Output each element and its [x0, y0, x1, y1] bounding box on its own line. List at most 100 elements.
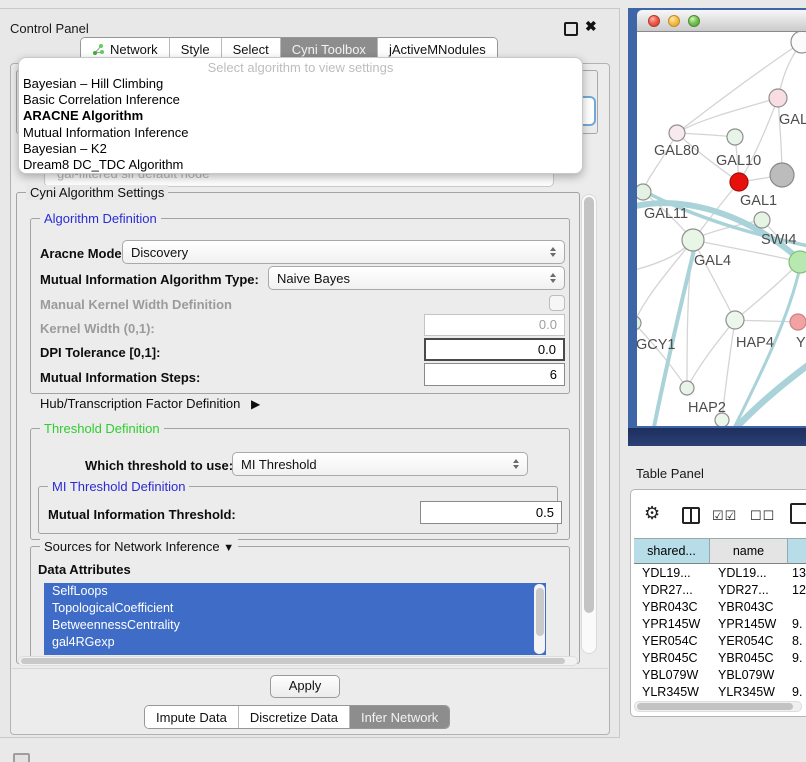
settings-group-title: Cyni Algorithm Settings [26, 185, 168, 200]
network-node-hap4[interactable] [726, 311, 744, 329]
gear-icon[interactable]: ⚙ [644, 503, 660, 524]
hub-definition-label: Hub/Transcription Factor Definition [40, 396, 240, 411]
algorithm-item-bayesian-k2[interactable]: Bayesian – K2 [19, 141, 582, 157]
combo-arrows-icon [513, 459, 519, 469]
checked-pair-icon[interactable]: ☑☑ [712, 508, 737, 524]
network-view-canvas[interactable]: GALGAL80GAL10GAL1SWI4GAL11GAL4GCY1HAP4YH… [637, 32, 806, 426]
network-window-titlebar[interactable] [637, 10, 806, 32]
settings-horizontal-scrollbar[interactable] [18, 656, 578, 666]
which-threshold-select[interactable]: MI Threshold [232, 452, 528, 476]
column-header-name[interactable]: name [710, 538, 788, 564]
attribute-item-betweennesscentrality[interactable]: BetweennessCentrality [44, 617, 546, 634]
attribute-item-topologicalcoefficient[interactable]: TopologicalCoefficient [44, 600, 546, 617]
table-row[interactable]: YPR145WYPR145W9. [634, 616, 806, 633]
algorithm-item-aracne-algorithm[interactable]: ARACNE Algorithm [19, 108, 582, 124]
split-columns-icon[interactable] [682, 507, 700, 524]
table-row[interactable]: YDR27...YDR27...12 [634, 582, 806, 599]
network-node[interactable] [754, 212, 770, 228]
network-node[interactable] [791, 32, 806, 53]
screenshot-root: Control Panel ✖ NetworkStyleSelectCyni T… [0, 0, 806, 762]
tab-discretize-data[interactable]: Discretize Data [238, 706, 349, 728]
mi-threshold-label: Mutual Information Threshold: [48, 507, 236, 522]
collapse-down-arrow-icon[interactable]: ▼ [223, 542, 234, 554]
table-horizontal-scrollbar[interactable] [634, 701, 802, 712]
float-window-icon[interactable] [564, 22, 578, 36]
table-cell: 9. [788, 616, 806, 633]
column-header-a[interactable]: A [788, 538, 806, 564]
table-row[interactable]: YBR045CYBR045C9. [634, 650, 806, 667]
table-document-icon[interactable] [790, 503, 806, 524]
node-label-gal10: GAL10 [716, 153, 761, 169]
table-cell: YER054C [634, 633, 710, 650]
hub-definition-expander[interactable]: Hub/Transcription Factor Definition ▶ [40, 396, 260, 411]
node-label-hap2: HAP2 [688, 400, 726, 416]
bottom-tabbar: Impute Data Discretize Data Infer Network [144, 705, 450, 729]
algorithm-item-bayesian-hill-climbing[interactable]: Bayesian – Hill Climbing [19, 76, 582, 92]
table-row[interactable]: YBL079WYBL079W [634, 667, 806, 684]
table-cell: YER054C [710, 633, 788, 650]
tab-label: Network [110, 42, 158, 57]
network-icon [92, 43, 105, 56]
mi-threshold-input[interactable]: 0.5 [420, 501, 562, 524]
minimized-panel-icon[interactable] [13, 753, 30, 762]
table-cell: 9. [788, 650, 806, 667]
data-attributes-list[interactable]: SelfLoopsTopologicalCoefficientBetweenne… [44, 583, 546, 655]
table-row[interactable]: YDL19...YDL19...13 [634, 565, 806, 582]
network-node-gal1[interactable] [730, 173, 748, 191]
network-node-y[interactable] [790, 314, 806, 330]
network-node-gal11[interactable] [637, 184, 651, 200]
apply-button[interactable]: Apply [270, 675, 340, 698]
network-node-gal80[interactable] [669, 125, 685, 141]
tab-infer-network[interactable]: Infer Network [349, 706, 449, 728]
attribute-item-selfloops[interactable]: SelfLoops [44, 583, 546, 600]
unchecked-pair-icon[interactable]: ☐☐ [750, 508, 775, 524]
network-node-gcy1[interactable] [637, 316, 641, 330]
scrollbar-thumb[interactable] [637, 703, 793, 710]
attributes-scrollbar[interactable] [534, 584, 545, 654]
algorithm-item-basic-correlation-inference[interactable]: Basic Correlation Inference [19, 92, 582, 108]
tab-label: Infer Network [361, 710, 438, 725]
dpi-tolerance-label: DPI Tolerance [0,1]: [40, 345, 160, 360]
settings-vertical-scrollbar[interactable] [581, 194, 597, 654]
minimize-traffic-light-icon[interactable] [668, 15, 680, 27]
scrollbar-thumb[interactable] [21, 658, 565, 664]
attribute-item-gal4rgexp[interactable]: gal4RGexp [44, 634, 546, 651]
zoom-traffic-light-icon[interactable] [688, 15, 700, 27]
manual-kernel-label: Manual Kernel Width Definition [40, 297, 232, 312]
algorithm-item-mutual-information-inference[interactable]: Mutual Information Inference [19, 125, 582, 141]
tab-label: Discretize Data [250, 710, 338, 725]
network-node-gal10[interactable] [727, 129, 743, 145]
network-node-gal[interactable] [769, 89, 787, 107]
expand-right-arrow-icon[interactable]: ▶ [251, 397, 260, 411]
aracne-mode-select[interactable]: Discovery [122, 240, 565, 264]
scrollbar-thumb[interactable] [584, 197, 594, 613]
mi-steps-input[interactable]: 6 [424, 363, 565, 386]
aracne-mode-value: Discovery [131, 245, 188, 260]
mi-algorithm-type-value: Naive Bayes [277, 271, 350, 286]
algorithm-item-dream8-dc-tdc-algorithm[interactable]: Dream8 DC_TDC Algorithm [19, 157, 582, 173]
scrollbar-thumb[interactable] [536, 588, 544, 636]
network-node[interactable] [770, 163, 794, 187]
network-node-gal4[interactable] [682, 229, 704, 251]
manual-kernel-checkbox[interactable] [549, 295, 565, 311]
tab-label: Cyni Toolbox [292, 42, 366, 57]
column-header-shared[interactable]: shared... [634, 538, 710, 564]
tab-impute-data[interactable]: Impute Data [145, 706, 238, 728]
table-cell [788, 667, 806, 684]
mi-algorithm-type-select[interactable]: Naive Bayes [268, 266, 565, 290]
close-icon[interactable]: ✖ [585, 18, 597, 35]
dpi-tolerance-input[interactable]: 0.0 [424, 338, 565, 361]
kernel-width-input[interactable]: 0.0 [424, 314, 565, 336]
table-cell: 9. [788, 684, 806, 700]
network-node-swi4[interactable] [789, 251, 806, 273]
divider [12, 668, 608, 669]
node-label-y: Y [796, 335, 806, 351]
table-cell: YBR043C [710, 599, 788, 616]
table-row[interactable]: YBR043CYBR043C [634, 599, 806, 616]
table-row[interactable]: YER054CYER054C8. [634, 633, 806, 650]
threshold-definition-title: Threshold Definition [40, 421, 164, 436]
network-node-hap2[interactable] [680, 381, 694, 395]
table-row[interactable]: YLR345WYLR345W9. [634, 684, 806, 700]
close-traffic-light-icon[interactable] [648, 15, 660, 27]
table-cell: YBR043C [634, 599, 710, 616]
